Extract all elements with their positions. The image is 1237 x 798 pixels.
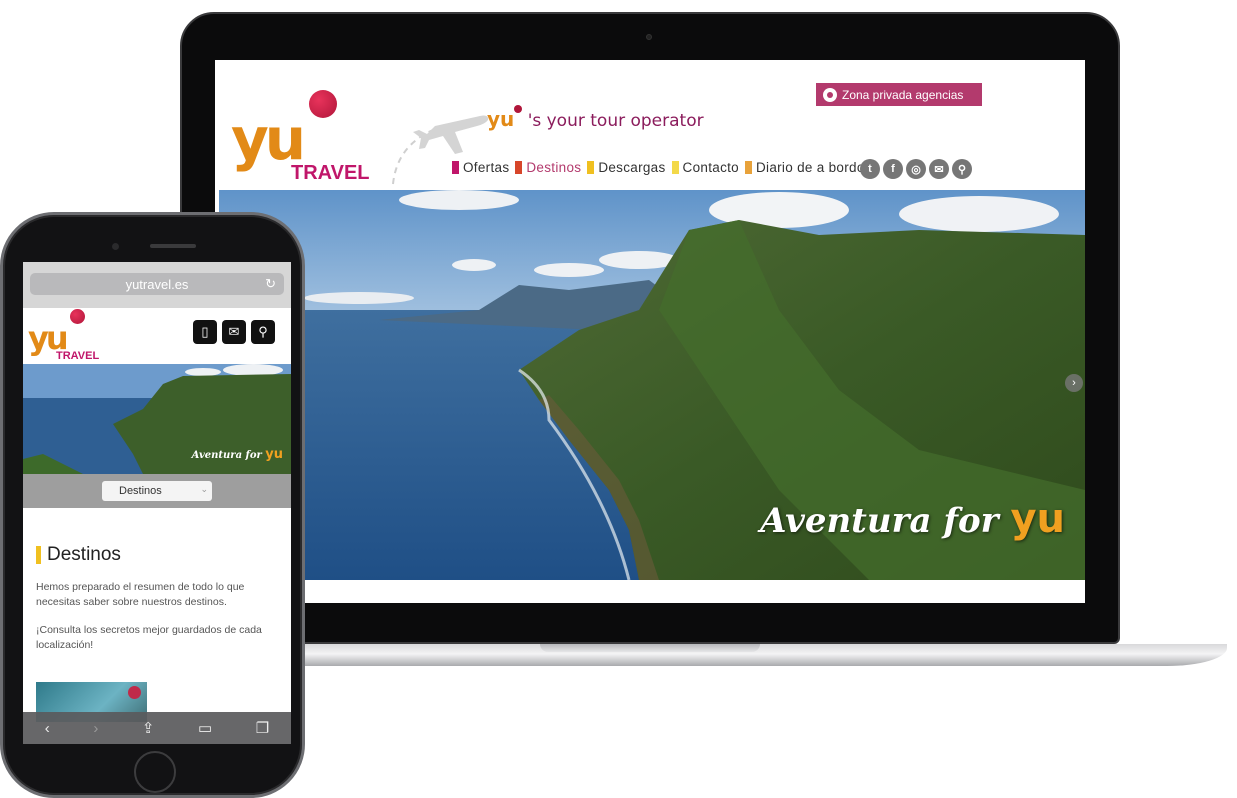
nav-marker — [744, 161, 752, 174]
mobile-logo-travel: TRAVEL — [56, 350, 100, 362]
hero-slogan-text: Aventura for — [760, 501, 1011, 541]
nav-label: Descargas — [598, 160, 666, 175]
twitter-icon[interactable]: t — [860, 159, 880, 179]
facebook-icon[interactable]: f — [883, 159, 903, 179]
mobile-screen: yutravel.es ↻ yu TRAVEL ▯ ✉ ⚲ Aventura f… — [23, 262, 291, 744]
tagline: yu 's your tour operator — [487, 105, 704, 131]
mail-icon[interactable]: ✉ — [929, 159, 949, 179]
social-links: t f ◎ ✉ ⚲ — [860, 159, 972, 179]
hero-slogan: Aventura for yu — [760, 496, 1065, 542]
nav-marker — [671, 161, 679, 174]
section-title-text: Destinos — [47, 544, 121, 565]
intro-paragraph: Hemos preparado el resumen de todo lo qu… — [36, 581, 245, 608]
hero-slogan-yu: yu — [1010, 496, 1065, 542]
tagline-text: 's your tour operator — [527, 111, 704, 131]
nav-marker — [452, 161, 459, 174]
thumbnail-badge — [128, 686, 141, 699]
slider-next-button[interactable]: › — [1065, 374, 1083, 392]
forward-icon[interactable]: › — [93, 720, 98, 737]
mobile-hero: Aventura for yu — [23, 364, 291, 474]
tabs-icon[interactable]: ❐ — [256, 719, 269, 737]
url-text: yutravel.es — [125, 276, 189, 292]
home-button[interactable] — [134, 751, 176, 793]
reload-icon[interactable]: ↻ — [265, 276, 276, 292]
mobile-header: yu TRAVEL ▯ ✉ ⚲ — [23, 300, 291, 364]
desktop-logo[interactable]: yu TRAVEL — [231, 88, 370, 188]
nav-label: Contacto — [682, 160, 739, 175]
phone-icon[interactable]: ▯ — [193, 320, 217, 344]
section-title: Destinos — [36, 544, 121, 566]
location-icon[interactable]: ⚲ — [251, 320, 275, 344]
bookmarks-icon[interactable]: ▭ — [198, 719, 212, 737]
mobile-nav-bar: Destinos ⌄ — [23, 474, 291, 508]
nav-label: Ofertas — [463, 160, 510, 175]
tips-paragraph: ¡Consulta los secretos mejor guardados d… — [36, 624, 262, 651]
mobile-header-icons: ▯ ✉ ⚲ — [193, 320, 275, 344]
laptop-camera — [646, 34, 652, 40]
hero-slider: Aventura for yu › — [219, 190, 1085, 580]
tagline-dot — [514, 105, 523, 113]
location-icon[interactable]: ⚲ — [952, 159, 972, 179]
share-icon[interactable]: ⇪ — [142, 719, 155, 737]
status-bar — [23, 262, 291, 270]
agency-zone-label: Zona privada agencias — [842, 87, 964, 102]
back-icon[interactable]: ‹ — [45, 720, 50, 737]
laptop-notch — [540, 644, 760, 652]
logo-yu-text: yu — [231, 105, 306, 173]
nav-label: Diario de a bordo — [755, 160, 865, 175]
chevron-down-icon: ⌄ — [200, 484, 208, 494]
nav-item-ofertas[interactable]: Ofertas — [452, 160, 509, 175]
browser-toolbar: ‹ › ⇪ ▭ ❐ — [23, 712, 291, 744]
tagline-yu: yu — [487, 107, 515, 131]
mobile-slogan-text: Aventura for — [191, 450, 266, 461]
logo-dot-icon — [70, 309, 85, 324]
main-nav: Ofertas Destinos Descargas Contacto Diar… — [452, 160, 865, 175]
nav-item-diario[interactable]: Diario de a bordo — [744, 160, 865, 175]
nav-item-descargas[interactable]: Descargas — [587, 160, 665, 175]
instagram-icon[interactable]: ◎ — [906, 159, 926, 179]
logo-dot-icon — [309, 90, 337, 118]
nav-marker — [515, 161, 523, 174]
gear-icon — [823, 87, 837, 102]
desktop-screen: yu TRAVEL yu 's your tour operator Zona … — [215, 60, 1085, 603]
nav-item-contacto[interactable]: Contacto — [671, 160, 739, 175]
agency-zone-button[interactable]: Zona privada agencias — [816, 83, 982, 106]
nav-label: Destinos — [526, 160, 582, 175]
mobile-hero-slogan: Aventura for yu — [192, 447, 283, 462]
url-field[interactable]: yutravel.es ↻ — [30, 273, 284, 295]
phone-speaker — [150, 244, 196, 248]
section-select-value: Destinos — [119, 485, 162, 497]
mail-icon[interactable]: ✉ — [222, 320, 246, 344]
title-marker — [36, 546, 41, 564]
mobile-slogan-yu: yu — [265, 447, 283, 462]
nav-item-destinos[interactable]: Destinos — [515, 160, 581, 175]
nav-marker — [587, 161, 595, 174]
phone-camera — [112, 243, 119, 250]
logo-travel-text: TRAVEL — [291, 162, 370, 184]
section-select[interactable]: Destinos ⌄ — [102, 481, 212, 501]
